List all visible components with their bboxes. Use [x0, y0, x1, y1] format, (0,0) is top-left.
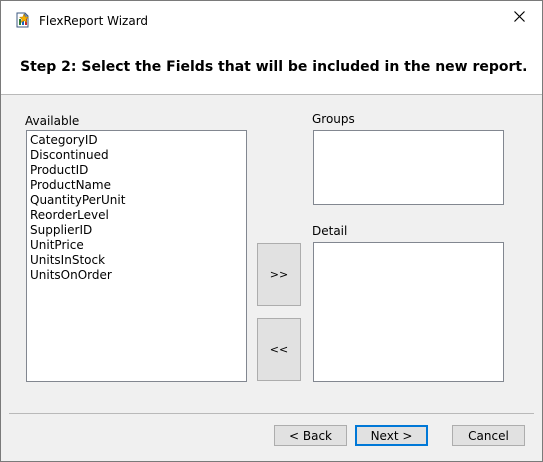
- cancel-button-label: Cancel: [468, 428, 509, 443]
- title-bar: FlexReport Wizard: [1, 1, 542, 34]
- available-label: Available: [25, 114, 80, 128]
- available-field-item[interactable]: ReorderLevel: [30, 208, 243, 223]
- remove-field-label: <<: [269, 343, 289, 356]
- available-listbox[interactable]: CategoryID Discontinued ProductID ProductNa…: [26, 130, 247, 382]
- wizard-window: FlexReport Wizard Step 2: Select the Fie…: [0, 0, 543, 462]
- available-field-item[interactable]: ProductName: [30, 178, 243, 193]
- wizard-header: Step 2: Select the Fields that will be i…: [1, 34, 542, 95]
- close-icon: [513, 10, 525, 25]
- add-field-button[interactable]: >>: [257, 243, 301, 306]
- next-button[interactable]: Next >: [355, 425, 428, 446]
- remove-field-button[interactable]: <<: [257, 318, 301, 381]
- window-title: FlexReport Wizard: [39, 14, 149, 28]
- available-list: CategoryID Discontinued ProductID ProductNa…: [27, 131, 246, 285]
- step-title: Step 2: Select the Fields that will be i…: [20, 59, 528, 75]
- detail-listbox[interactable]: [313, 242, 504, 382]
- groups-label: Groups: [312, 112, 355, 126]
- close-button[interactable]: [496, 1, 542, 34]
- available-field-item[interactable]: UnitsInStock: [30, 253, 243, 268]
- back-button-label: < Back: [288, 428, 332, 443]
- report-wizard-icon: [15, 12, 31, 28]
- available-field-item[interactable]: Discontinued: [30, 148, 243, 163]
- add-field-label: >>: [269, 268, 289, 281]
- available-field-item[interactable]: ProductID: [30, 163, 243, 178]
- available-field-item[interactable]: UnitPrice: [30, 238, 243, 253]
- footer-divider: [9, 413, 534, 414]
- available-field-item[interactable]: UnitsOnOrder: [30, 268, 243, 283]
- available-field-item[interactable]: CategoryID: [30, 133, 243, 148]
- detail-label: Detail: [312, 224, 348, 238]
- cancel-button[interactable]: Cancel: [452, 425, 525, 446]
- groups-listbox[interactable]: [313, 130, 504, 205]
- available-field-item[interactable]: SupplierID: [30, 223, 243, 238]
- next-button-label: Next >: [370, 428, 413, 443]
- available-field-item[interactable]: QuantityPerUnit: [30, 193, 243, 208]
- back-button[interactable]: < Back: [274, 425, 347, 446]
